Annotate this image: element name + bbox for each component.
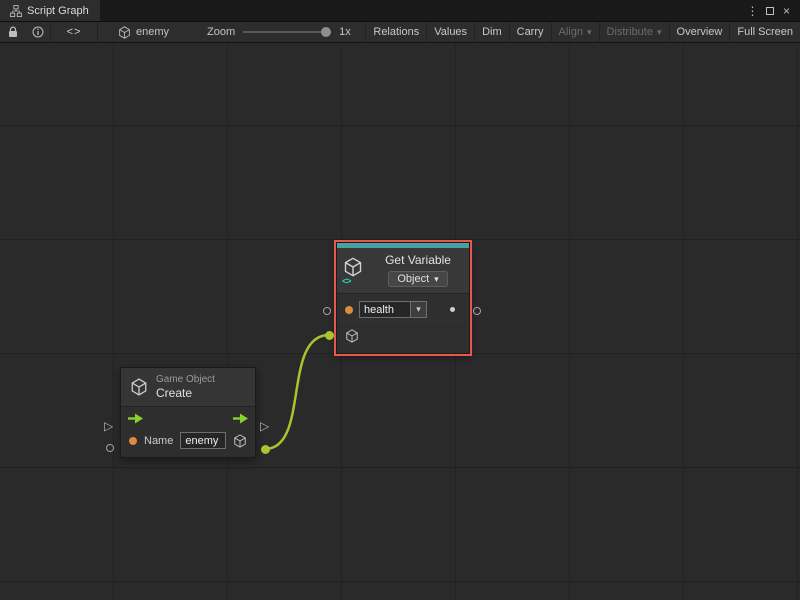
script-graph-icon [10,5,22,17]
wire-start-dot[interactable] [261,445,270,454]
output-cube-icon[interactable] [233,434,247,448]
button-label: Overview [677,26,723,38]
chevron-down-icon: ▾ [434,275,439,284]
button-label: Distribute [607,26,653,38]
wire-end-dot[interactable] [325,331,334,340]
chevron-down-icon: ▾ [416,305,421,314]
toolbar-buttons: Relations Values Dim Carry Align ▾ Distri… [365,22,800,42]
code-preview-button[interactable]: <> [51,22,97,42]
script-graph-window: Script Graph ⋮ × <> [0,0,800,600]
name-input-port[interactable] [345,306,353,314]
tab-label: Script Graph [27,5,89,17]
button-label: Align [559,26,583,38]
flow-out-arrow-icon[interactable] [232,413,249,424]
create-titles: Game Object Create [156,374,215,400]
get-variable-header[interactable]: <> Get Variable Object ▾ [337,248,469,293]
connection-wire[interactable] [265,335,329,449]
control-flow-row [121,407,255,428]
game-object-cube-icon [130,378,148,396]
name-row: Name [121,428,255,457]
create-header[interactable]: Game Object Create [121,368,255,406]
lock-button[interactable] [0,22,25,42]
node-title: Create [156,386,215,400]
zoom-label: Zoom [207,26,235,38]
button-label: Values [434,26,467,38]
chevron-down-icon: ▾ [657,28,662,37]
create-flow-out-port[interactable]: ▷ [260,420,269,432]
get-variable-titles: Get Variable Object ▾ [373,253,463,287]
distribute-button[interactable]: Distribute ▾ [599,22,669,42]
get-variable-output-port[interactable] [473,307,481,315]
align-button[interactable]: Align ▾ [551,22,599,42]
carry-button[interactable]: Carry [509,22,551,42]
get-variable-left-port[interactable] [323,307,331,315]
info-icon [32,26,44,38]
values-button[interactable]: Values [426,22,474,42]
graph-canvas[interactable]: <> Get Variable Object ▾ ▾ [0,44,800,600]
node-game-object-create[interactable]: Game Object Create Name [120,367,256,458]
object-input-row [337,326,469,353]
variable-kind-dropdown[interactable]: Object ▾ [388,271,447,287]
variable-name-combo: ▾ [359,301,427,318]
lock-icon [8,26,18,38]
button-label: Dim [482,26,502,38]
zoom-slider-handle[interactable] [321,27,331,37]
window-controls: ⋮ × [744,0,800,21]
variable-cube-icon: <> [343,257,367,283]
variable-name-row: ▾ [337,294,469,324]
button-label: Relations [373,26,419,38]
button-label: Carry [517,26,544,38]
graph-breadcrumb[interactable]: enemy [108,22,179,42]
create-flow-in-port[interactable]: ▷ [104,420,113,432]
zoom-slider[interactable] [243,31,331,33]
fullscreen-button[interactable]: Full Screen [729,22,800,42]
titlebar: Script Graph ⋮ × [0,0,800,22]
node-get-variable[interactable]: <> Get Variable Object ▾ ▾ [336,242,470,354]
object-port-cube-icon[interactable] [345,329,359,343]
create-name-port[interactable] [106,444,114,452]
name-field-label: Name [144,435,173,447]
info-button[interactable] [25,22,50,42]
dim-button[interactable]: Dim [474,22,509,42]
value-output-dot[interactable] [450,307,455,312]
kebab-menu-icon[interactable]: ⋮ [744,2,761,19]
game-object-cube-icon [118,26,131,39]
tab-script-graph[interactable]: Script Graph [0,0,100,21]
toolbar-separator [97,22,98,42]
node-title: Get Variable [385,253,451,267]
maximize-glyph [766,7,774,15]
name-input-port[interactable] [129,437,137,445]
name-input[interactable] [180,432,226,449]
overview-button[interactable]: Overview [669,22,730,42]
variable-name-input[interactable] [359,301,411,318]
graph-name: enemy [136,26,169,38]
code-badge-icon: <> [342,276,351,286]
node-category: Game Object [156,374,215,385]
maximize-icon[interactable] [761,2,778,19]
variable-kind-label: Object [397,273,429,285]
create-body: Name [121,406,255,457]
zoom-value: 1x [339,26,351,38]
flow-in-arrow-icon[interactable] [127,413,144,424]
toolbar: <> enemy Zoom 1x Relations Values Dim Ca… [0,22,800,43]
chevron-down-icon: ▾ [587,28,592,37]
button-label: Full Screen [737,26,793,38]
zoom-group: Zoom 1x [207,22,351,42]
relations-button[interactable]: Relations [365,22,426,42]
variable-name-dropdown[interactable]: ▾ [411,301,427,318]
close-icon[interactable]: × [778,2,795,19]
get-variable-body: ▾ [337,293,469,353]
